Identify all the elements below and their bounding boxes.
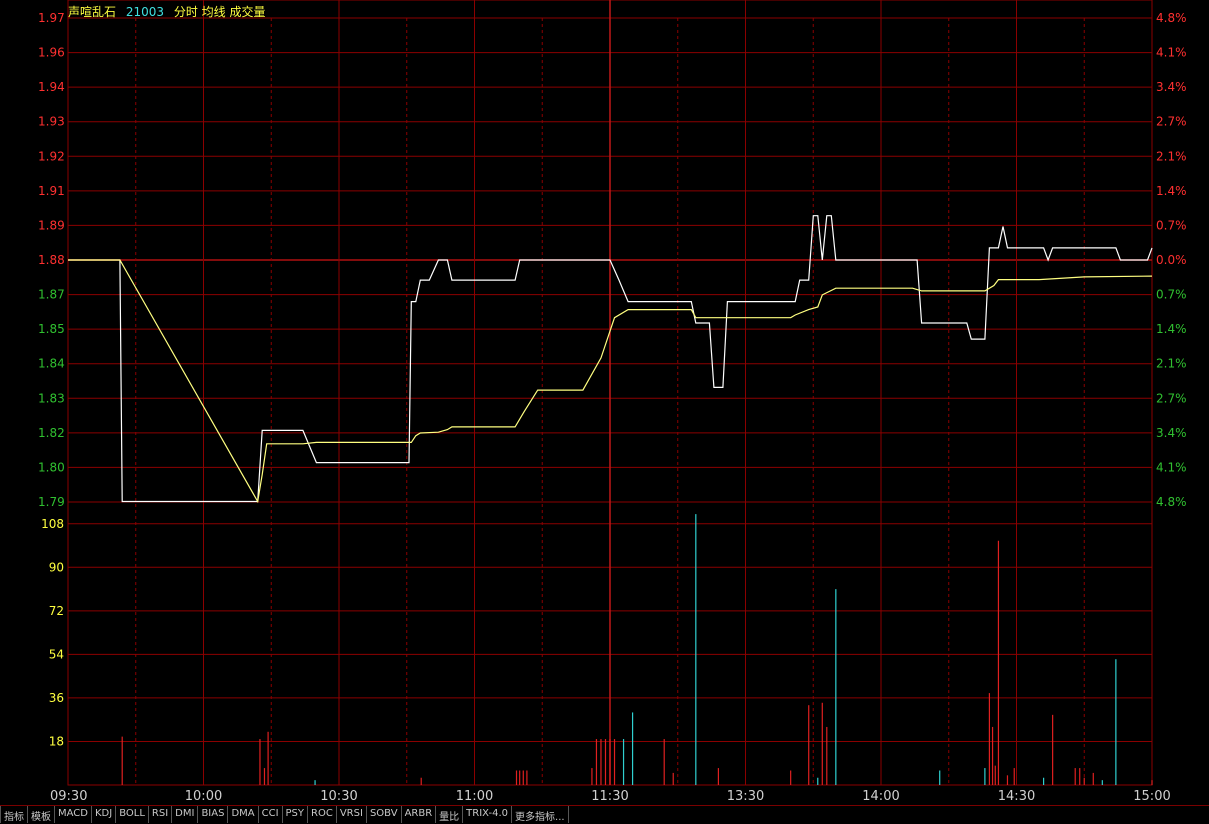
pct-tick-label: 4.1%: [1156, 460, 1187, 474]
tab-sobv[interactable]: SOBV: [367, 806, 402, 823]
time-tick-label: 15:00: [1133, 789, 1170, 804]
tab-trix[interactable]: TRIX-4.0: [463, 806, 513, 823]
price-tick-label: 1.80: [38, 460, 65, 474]
tab-cci[interactable]: CCI: [259, 806, 283, 823]
intraday-chart[interactable]: 1.97 4.8% 1.96 4.1% 1.94 3.4% 1.93 2.7% 1.92 2.1%…: [0, 0, 1209, 805]
tab-rsi[interactable]: RSI: [149, 806, 173, 823]
price-tick-label: 1.82: [38, 426, 65, 440]
time-tick-label: 14:30: [998, 789, 1035, 804]
tab-dmi[interactable]: DMI: [172, 806, 199, 823]
time-tick-label: 11:30: [591, 789, 628, 804]
time-tick-label: 13:30: [727, 789, 764, 804]
price-tick-label: 1.88: [38, 253, 65, 267]
pct-tick-label: 4.8%: [1156, 11, 1187, 25]
pct-tick-label: 3.4%: [1156, 426, 1187, 440]
time-tick-label: 11:00: [456, 789, 493, 804]
volume-tick-label: 90: [49, 560, 64, 574]
tab-dma[interactable]: DMA: [228, 806, 259, 823]
tab-volume-ratio[interactable]: 量比: [436, 806, 464, 823]
time-tick-label: 10:30: [320, 789, 357, 804]
pct-tick-label: 1.4%: [1156, 322, 1187, 336]
pct-tick-label: 0.0%: [1156, 253, 1187, 267]
pct-tick-label: 4.1%: [1156, 46, 1187, 60]
tab-boll[interactable]: BOLL: [116, 806, 149, 823]
time-tick-label: 09:30: [50, 789, 87, 804]
tab-arbr[interactable]: ARBR: [402, 806, 437, 823]
chart-header: 声喧乱石 21003 分时 均线 成交量: [68, 3, 272, 20]
price-tick-label: 1.85: [38, 322, 65, 336]
tab-psy[interactable]: PSY: [283, 806, 309, 823]
tab-roc[interactable]: ROC: [308, 806, 337, 823]
indicator-tab-bar: 指标 模板 MACD KDJ BOLL RSI DMI BIAS DMA CCI…: [0, 805, 1209, 824]
tab-bias[interactable]: BIAS: [198, 806, 229, 823]
tab-indicator[interactable]: 指标: [0, 806, 28, 823]
price-tick-label: 1.84: [38, 357, 65, 371]
chart-title: 分时 均线 成交量: [173, 5, 266, 19]
pct-tick-label: 2.7%: [1156, 391, 1187, 405]
price-tick-label: 1.79: [38, 495, 65, 509]
tab-macd[interactable]: MACD: [55, 806, 92, 823]
volume-tick-label: 72: [49, 604, 64, 618]
volume-tick-label: 18: [49, 734, 64, 748]
time-tick-label: 10:00: [185, 789, 222, 804]
stock-name: 声喧乱石: [68, 5, 117, 19]
tab-vrsi[interactable]: VRSI: [337, 806, 367, 823]
price-tick-label: 1.93: [38, 115, 65, 129]
price-tick-label: 1.83: [38, 391, 65, 405]
volume-tick-label: 36: [49, 691, 64, 705]
pct-tick-label: 2.1%: [1156, 149, 1187, 163]
volume-tick-label: 108: [41, 517, 64, 531]
time-tick-label: 14:00: [862, 789, 899, 804]
tab-more-indicators[interactable]: 更多指标...: [512, 806, 569, 823]
tab-template[interactable]: 模板: [28, 806, 55, 823]
price-tick-label: 1.91: [38, 184, 65, 198]
pct-tick-label: 2.1%: [1156, 357, 1187, 371]
price-tick-label: 1.92: [38, 149, 65, 163]
volume-tick-label: 54: [49, 647, 64, 661]
pct-tick-label: 2.7%: [1156, 115, 1187, 129]
price-tick-label: 1.89: [38, 218, 65, 232]
price-tick-label: 1.97: [38, 11, 65, 25]
pct-tick-label: 4.8%: [1156, 495, 1187, 509]
pct-tick-label: 0.7%: [1156, 218, 1187, 232]
price-tick-label: 1.96: [38, 46, 65, 60]
price-tick-label: 1.87: [38, 288, 65, 302]
price-tick-label: 1.94: [38, 80, 65, 94]
tab-kdj[interactable]: KDJ: [92, 806, 117, 823]
pct-tick-label: 3.4%: [1156, 80, 1187, 94]
pct-tick-label: 1.4%: [1156, 184, 1187, 198]
stock-code: 21003: [125, 5, 165, 19]
pct-tick-label: 0.7%: [1156, 288, 1187, 302]
